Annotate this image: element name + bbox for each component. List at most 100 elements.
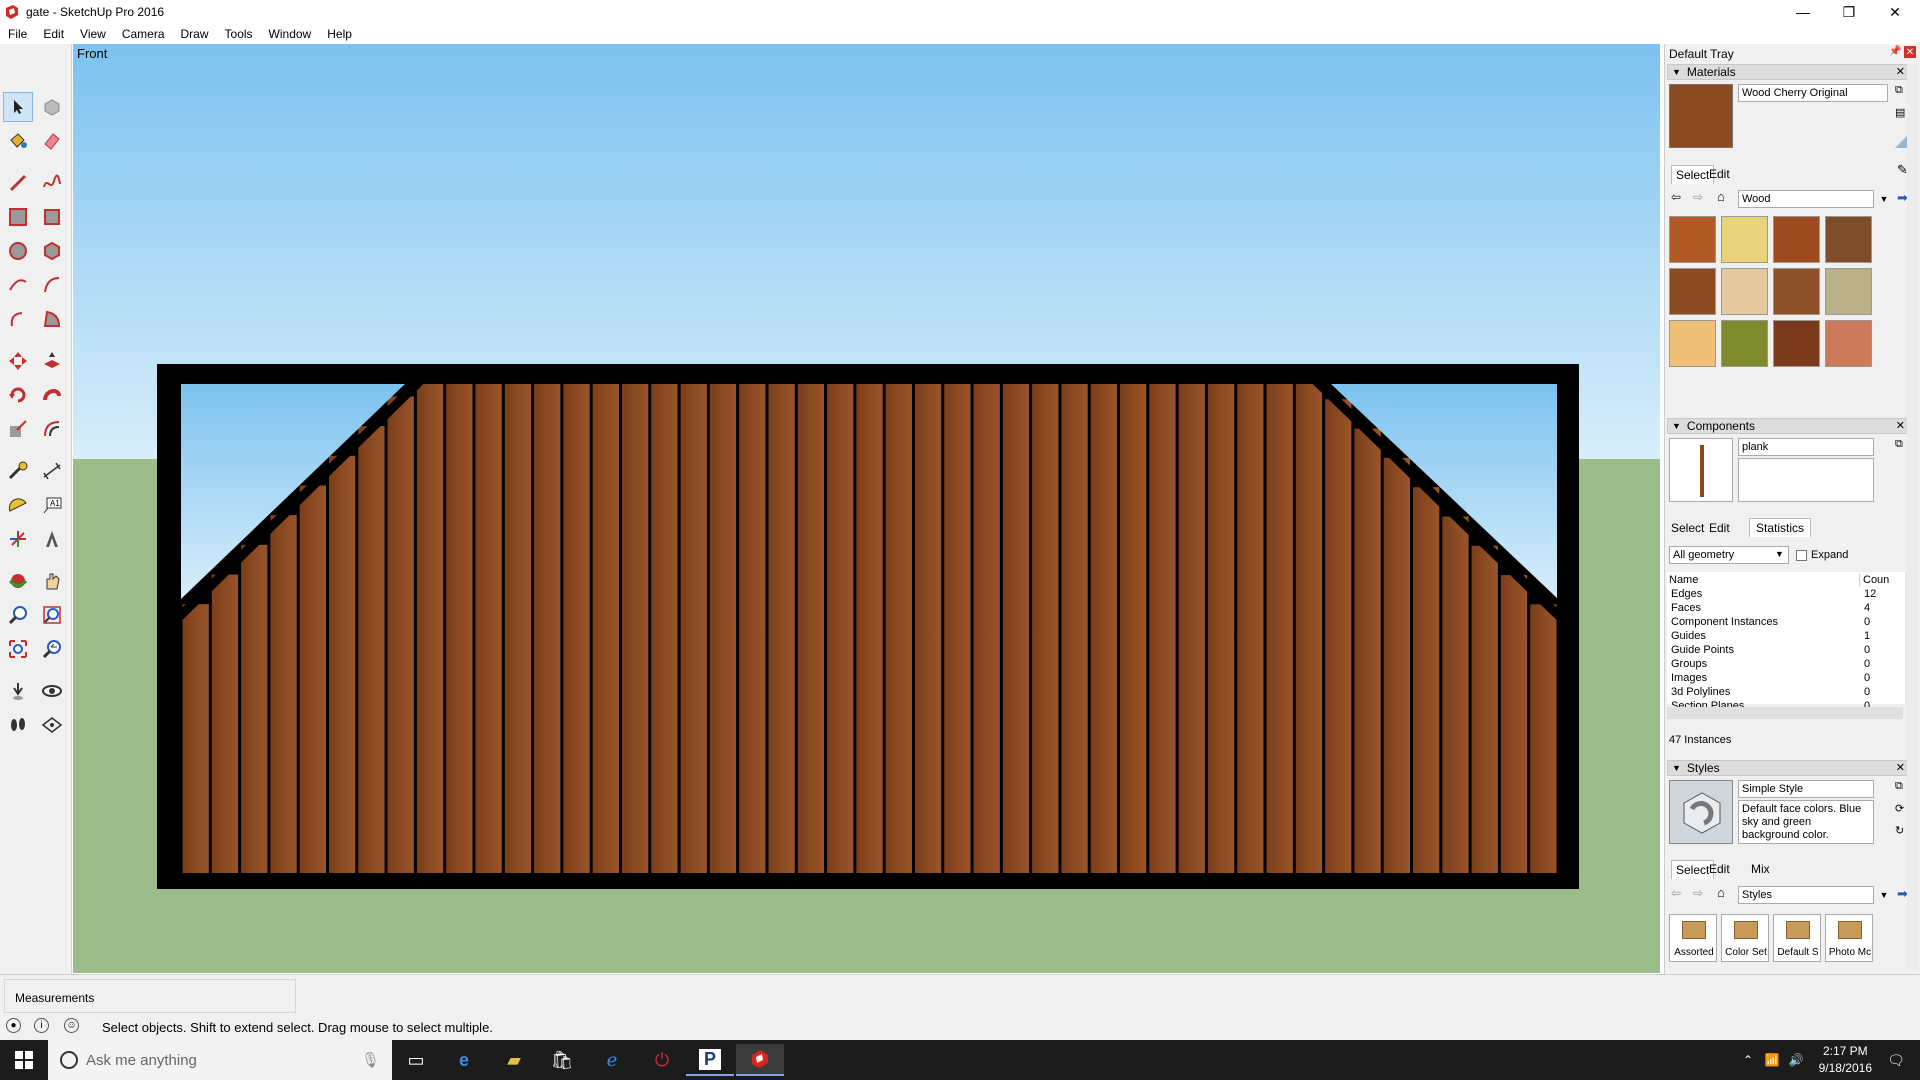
components-tab-edit[interactable]: Edit	[1709, 521, 1730, 535]
material-swatch[interactable]	[1773, 320, 1820, 367]
rectangle-tool-icon[interactable]	[3, 202, 33, 232]
three-d-text-tool-icon[interactable]	[37, 524, 67, 554]
materials-tab-edit[interactable]: Edit	[1709, 167, 1730, 181]
edge-browser-icon[interactable]: e	[440, 1044, 488, 1076]
zoom-tool-icon[interactable]	[3, 600, 33, 630]
eraser-tool-icon[interactable]	[37, 126, 67, 156]
look-around-tool-icon[interactable]	[37, 676, 67, 706]
expand-checkbox[interactable]	[1796, 550, 1807, 561]
materials-tab-select[interactable]: Select	[1671, 165, 1715, 184]
update-style-icon[interactable]: ⟳	[1895, 802, 1904, 815]
style-library-select[interactable]: Styles	[1738, 886, 1874, 904]
material-name-field[interactable]: Wood Cherry Original	[1738, 84, 1888, 102]
styles-tab-select[interactable]: Select	[1671, 860, 1715, 879]
styles-close-icon[interactable]: ✕	[1896, 761, 1905, 774]
maximize-button[interactable]: ❐	[1826, 0, 1872, 24]
file-explorer-icon[interactable]: ▰	[490, 1044, 538, 1076]
material-swatch[interactable]	[1825, 320, 1872, 367]
menu-help[interactable]: Help	[319, 27, 360, 41]
styles-panel-header[interactable]: ▼ Styles ✕	[1667, 760, 1909, 776]
make-component-tool-icon[interactable]	[37, 92, 67, 122]
publisher-icon[interactable]: P	[686, 1044, 734, 1076]
style-collection-item[interactable]: Color Set	[1721, 914, 1769, 962]
follow-me-tool-icon[interactable]	[37, 380, 67, 410]
components-close-icon[interactable]: ✕	[1896, 419, 1905, 432]
pie-tool-icon[interactable]	[37, 304, 67, 334]
material-swatch[interactable]	[1825, 268, 1872, 315]
style-description-field[interactable]: Default face colors. Blue sky and green …	[1738, 800, 1874, 844]
menu-edit[interactable]: Edit	[35, 27, 72, 41]
geo-location-icon[interactable]: ●	[6, 1018, 21, 1033]
style-collection-item[interactable]: Default S	[1773, 914, 1821, 962]
store-icon[interactable]: 🛍	[538, 1044, 586, 1076]
menu-draw[interactable]: Draw	[173, 27, 217, 41]
microphone-icon[interactable]: 🎙	[361, 1051, 380, 1069]
material-swatch[interactable]	[1773, 268, 1820, 315]
material-swatch[interactable]	[1773, 216, 1820, 263]
material-swatch[interactable]	[1669, 268, 1716, 315]
styles-tab-edit[interactable]: Edit	[1709, 862, 1730, 876]
scale-tool-icon[interactable]	[3, 414, 33, 444]
circle-tool-icon[interactable]	[3, 236, 33, 266]
select-tool-icon[interactable]	[3, 92, 33, 122]
styles-tab-mix[interactable]: Mix	[1751, 862, 1770, 876]
refresh-icon[interactable]: ↻	[1895, 824, 1904, 837]
component-name-field[interactable]: plank	[1738, 438, 1874, 456]
pin-icon[interactable]: 📌	[1889, 46, 1901, 57]
walk-tool-icon[interactable]	[3, 710, 33, 740]
menu-window[interactable]: Window	[261, 27, 320, 41]
chevron-down-icon[interactable]: ▼	[1877, 190, 1891, 208]
internet-explorer-icon[interactable]: ℯ	[588, 1044, 636, 1076]
protractor-tool-icon[interactable]	[3, 490, 33, 520]
section-plane-tool-icon[interactable]	[37, 710, 67, 740]
create-style-icon[interactable]: ⧉	[1895, 780, 1903, 793]
credits-icon[interactable]: i	[34, 1018, 49, 1033]
components-tab-select[interactable]: Select	[1671, 521, 1704, 535]
materials-close-icon[interactable]: ✕	[1896, 65, 1905, 78]
power-app-icon[interactable]: ⏻	[638, 1044, 686, 1076]
gate-model-canvas[interactable]	[73, 44, 1660, 973]
menu-view[interactable]: View	[72, 27, 114, 41]
two-point-arc-tool-icon[interactable]	[37, 270, 67, 300]
style-name-field[interactable]: Simple Style	[1738, 780, 1874, 798]
components-tab-statistics[interactable]: Statistics	[1749, 518, 1812, 537]
style-collection-item[interactable]: Assorted	[1669, 914, 1717, 962]
back-arrow-icon[interactable]: ⇦	[1671, 190, 1681, 204]
statistics-filter-select[interactable]: All geometry	[1669, 546, 1789, 564]
back-arrow-icon[interactable]: ⇦	[1671, 886, 1681, 900]
measurements-box[interactable]: Measurements	[4, 979, 296, 1013]
dimension-tool-icon[interactable]	[37, 456, 67, 486]
model-viewport[interactable]: Front	[73, 44, 1660, 973]
home-icon[interactable]: ⌂	[1717, 885, 1725, 900]
menu-camera[interactable]: Camera	[114, 27, 173, 41]
task-view-icon[interactable]: ▭	[392, 1044, 440, 1076]
offset-tool-icon[interactable]	[37, 414, 67, 444]
three-point-arc-tool-icon[interactable]	[3, 304, 33, 334]
push-pull-tool-icon[interactable]	[37, 346, 67, 376]
previous-view-tool-icon[interactable]	[37, 634, 67, 664]
rotated-rectangle-tool-icon[interactable]	[37, 202, 67, 232]
position-camera-tool-icon[interactable]	[3, 676, 33, 706]
chevron-down-icon[interactable]: ▼	[1877, 886, 1891, 904]
component-description-field[interactable]	[1738, 458, 1874, 502]
material-library-select[interactable]: Wood	[1738, 190, 1874, 208]
freehand-tool-icon[interactable]	[37, 168, 67, 198]
material-swatch[interactable]	[1825, 216, 1872, 263]
user-account-icon[interactable]: ☺	[64, 1018, 79, 1033]
statistics-h-scrollbar[interactable]	[1667, 707, 1903, 719]
minimize-button[interactable]: —	[1780, 0, 1826, 24]
line-tool-icon[interactable]	[3, 168, 33, 198]
polygon-tool-icon[interactable]	[37, 236, 67, 266]
zoom-window-tool-icon[interactable]	[37, 600, 67, 630]
home-icon[interactable]: ⌂	[1717, 189, 1725, 204]
components-panel-header[interactable]: ▼ Components ✕	[1667, 418, 1909, 434]
close-button[interactable]: ✕	[1872, 0, 1918, 24]
cortana-search-box[interactable]: Ask me anything 🎙	[48, 1040, 392, 1080]
orbit-tool-icon[interactable]	[3, 566, 33, 596]
tray-scrollbar[interactable]	[1907, 64, 1919, 969]
col-header-name[interactable]: Name	[1669, 574, 1698, 586]
materials-panel-header[interactable]: ▼ Materials ✕	[1667, 64, 1909, 80]
axes-tool-icon[interactable]	[3, 524, 33, 554]
material-swatch[interactable]	[1669, 216, 1716, 263]
material-swatch[interactable]	[1721, 320, 1768, 367]
